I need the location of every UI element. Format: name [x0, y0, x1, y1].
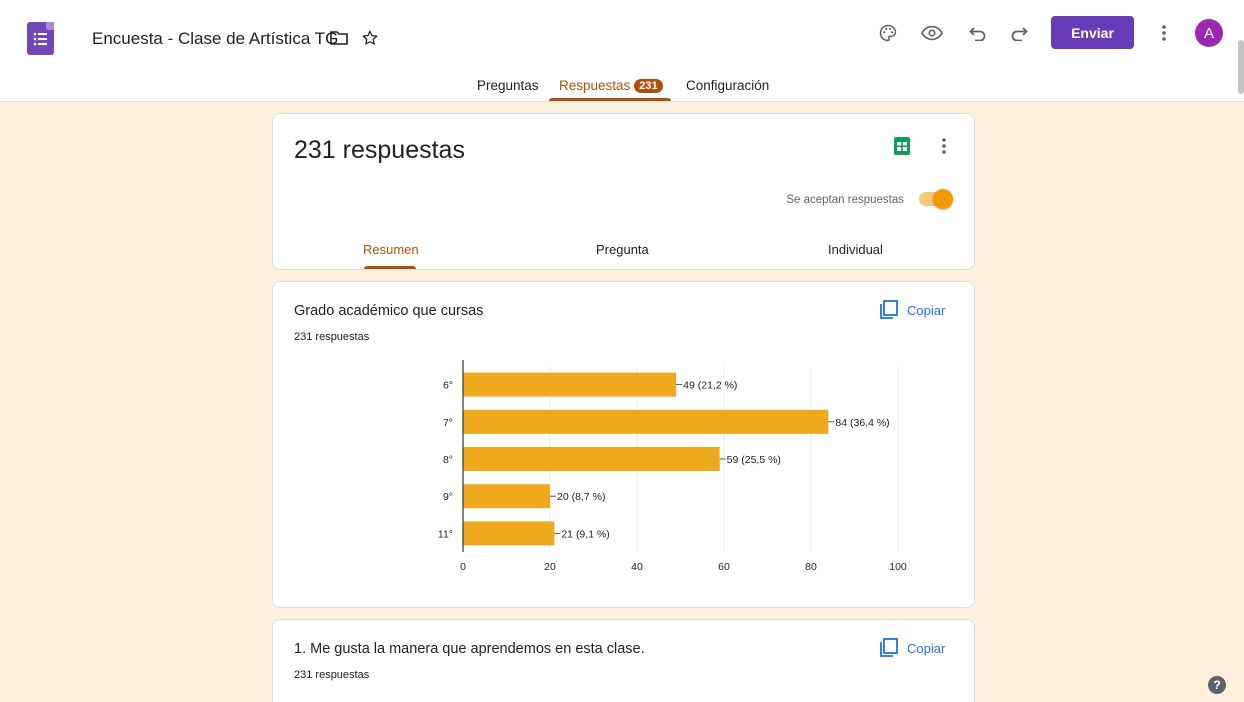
palette-icon[interactable] — [874, 19, 902, 47]
subtab-pregunta[interactable]: Pregunta — [596, 242, 649, 257]
responses-summary-card: 231 respuestas Se aceptan respuestas Res… — [272, 113, 975, 270]
question-title: 1. Me gusta la manera que aprendemos en … — [294, 641, 645, 657]
sheets-icon[interactable] — [888, 132, 916, 160]
category-label: 8° — [443, 454, 453, 466]
help-icon[interactable]: ? — [1208, 676, 1226, 694]
toggle-thumb — [933, 189, 953, 209]
question-card: 1. Me gusta la manera que aprendemos en … — [272, 619, 975, 702]
scrollbar[interactable] — [1238, 40, 1244, 94]
avatar[interactable]: A — [1195, 19, 1223, 47]
data-label: 59 (25,5 %) — [727, 454, 781, 466]
tab-respuestas-label: Respuestas — [559, 78, 631, 93]
data-label: 49 (21,2 %) — [683, 380, 737, 392]
category-label: 6° — [443, 380, 453, 392]
x-tick-label: 100 — [889, 561, 907, 573]
bar — [463, 484, 550, 509]
preview-eye-icon[interactable] — [918, 19, 946, 47]
tab-configuracion[interactable]: Configuración — [686, 78, 769, 93]
x-tick-label: 0 — [460, 561, 466, 573]
question-card: Grado académico que cursas 231 respuesta… — [272, 281, 975, 608]
copy-label: Copiar — [907, 640, 946, 656]
bar — [463, 447, 720, 471]
bar — [463, 372, 677, 397]
forms-logo-icon[interactable] — [27, 22, 54, 55]
x-tick-label: 60 — [718, 561, 730, 573]
x-tick-label: 40 — [631, 561, 643, 573]
response-count-badge: 231 — [634, 79, 663, 93]
bar — [463, 409, 829, 434]
accepting-responses-toggle[interactable] — [919, 189, 953, 209]
category-label: 7° — [443, 417, 453, 429]
data-label: 21 (9,1 %) — [561, 528, 609, 540]
data-label: 20 (8,7 %) — [557, 491, 605, 503]
x-tick-label: 20 — [544, 561, 556, 573]
copy-icon — [880, 638, 898, 657]
app-header: Encuesta - Clase de Artística TG Enviar … — [0, 0, 1244, 102]
bar-chart: 0 20 40 60 80 100 6° 49 (21,2 %) 7° 84 (36,4 %) 8°… — [438, 360, 907, 573]
document-title[interactable]: Encuesta - Clase de Artística TG — [92, 29, 338, 49]
redo-icon[interactable] — [1005, 19, 1033, 47]
star-icon[interactable] — [356, 24, 384, 52]
tab-respuestas[interactable]: Respuestas 231 — [559, 78, 663, 93]
subtab-resumen[interactable]: Resumen — [363, 242, 419, 257]
x-tick-label: 80 — [805, 561, 817, 573]
more-vert-icon[interactable] — [1150, 19, 1178, 47]
accepting-responses-label: Se aceptan respuestas — [786, 194, 904, 206]
question-response-count: 231 respuestas — [294, 669, 370, 681]
folder-icon[interactable] — [325, 24, 353, 52]
more-options-icon[interactable] — [930, 132, 958, 160]
active-subtab-indicator — [364, 266, 416, 269]
active-tab-indicator — [549, 98, 671, 101]
undo-icon[interactable] — [964, 19, 992, 47]
bar — [463, 521, 555, 546]
category-label: 11° — [438, 528, 453, 540]
category-label: 9° — [443, 491, 453, 503]
subtab-individual[interactable]: Individual — [828, 242, 883, 257]
tab-preguntas[interactable]: Preguntas — [477, 78, 539, 93]
response-count-heading: 231 respuestas — [294, 136, 465, 164]
data-label: 84 (36,4 %) — [835, 417, 889, 429]
send-button[interactable]: Enviar — [1051, 16, 1134, 49]
copy-chart-button[interactable]: Copiar — [879, 638, 945, 658]
